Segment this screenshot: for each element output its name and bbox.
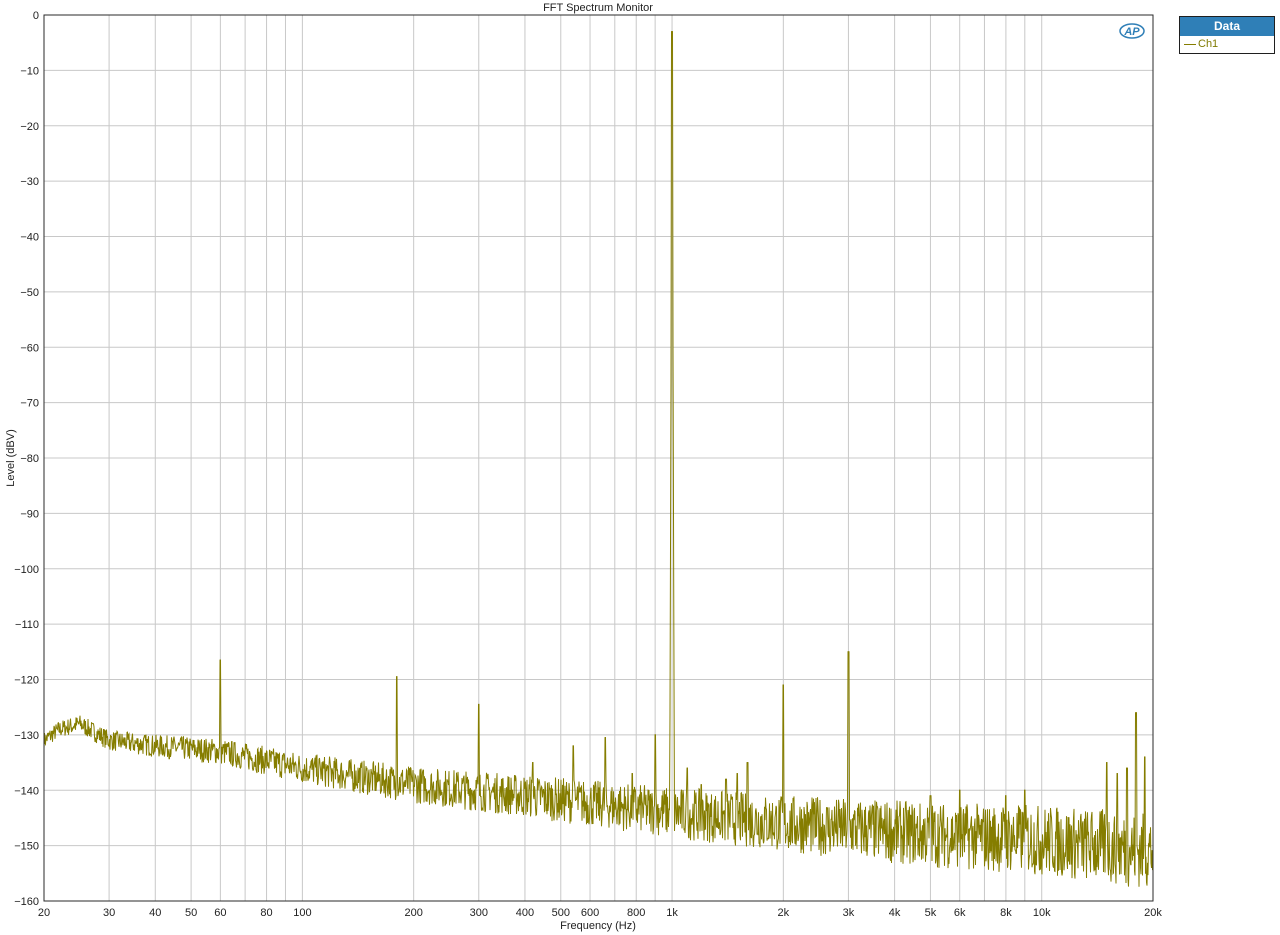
x-tick-label: 3k [843, 907, 855, 919]
peak-point [396, 676, 398, 678]
peak-point [725, 778, 727, 780]
y-axis-label: Level (dBV) [5, 429, 17, 486]
y-tick-label: −130 [14, 730, 39, 742]
x-tick-label: 4k [889, 907, 901, 919]
peak-point [1126, 767, 1128, 769]
peak-point [671, 31, 673, 33]
peak-point [847, 651, 850, 653]
peak-point [959, 789, 961, 791]
x-tick-label: 40 [149, 907, 161, 919]
peak-point [654, 734, 656, 736]
y-tick-label: −110 [15, 619, 39, 631]
y-tick-label: −10 [20, 65, 39, 77]
peak-point [631, 773, 633, 775]
peak-point [736, 773, 738, 775]
legend-item-ch1[interactable]: Ch1 [1180, 36, 1274, 53]
chart-title: FFT Spectrum Monitor [543, 2, 653, 14]
fft-chart: FFT Spectrum Monitor 0 −10 −20 −30 −40 −50 −60… [5, 2, 1162, 932]
peak-point [686, 767, 688, 769]
x-tick-label: 500 [552, 907, 570, 919]
peak-point [1135, 712, 1137, 714]
x-tick-label: 8k [1000, 907, 1012, 919]
peak-point [746, 761, 749, 764]
peak-point [219, 659, 221, 661]
y-tick-labels: 0 −10 −20 −30 −40 −50 −60 −70 −80 −90 −100 −110 −120… [14, 10, 39, 908]
peak-point [700, 784, 702, 786]
legend-swatch-line-icon [1184, 44, 1196, 45]
x-tick-label: 60 [214, 907, 226, 919]
peak-point [782, 684, 784, 686]
x-tick-label: 80 [260, 907, 272, 919]
grid [43, 14, 1154, 902]
legend-item-label: Ch1 [1198, 38, 1219, 50]
y-tick-label: −150 [14, 841, 39, 853]
x-tick-label: 100 [293, 907, 311, 919]
x-tick-label: 800 [627, 907, 645, 919]
peak-point [1144, 756, 1146, 758]
x-axis-label: Frequency (Hz) [560, 920, 636, 932]
x-tick-label: 10k [1033, 907, 1051, 919]
peak-point [532, 761, 534, 764]
y-tick-label: 0 [33, 10, 39, 22]
x-tick-label: 6k [954, 907, 966, 919]
ap-logo-icon: AP [1119, 23, 1145, 39]
x-tick-label: 2k [778, 907, 790, 919]
y-tick-label: −50 [20, 287, 39, 299]
x-tick-label: 1k [666, 907, 678, 919]
x-tick-label: 300 [470, 907, 488, 919]
y-tick-label: −100 [14, 564, 39, 576]
legend-title: Data [1180, 17, 1274, 36]
y-tick-label: −120 [14, 675, 39, 687]
y-tick-label: −40 [20, 232, 39, 244]
x-tick-label: 400 [516, 907, 534, 919]
peak-point [929, 795, 932, 797]
x-tick-label: 50 [185, 907, 197, 919]
legend: Data Ch1 [1179, 16, 1275, 54]
peak-point [1005, 795, 1007, 797]
peak-point [478, 703, 480, 706]
x-tick-label: 200 [404, 907, 422, 919]
logo-text: AP [1123, 26, 1140, 38]
peak-point [604, 737, 606, 739]
x-tick-label: 20k [1144, 907, 1162, 919]
y-tick-label: −70 [20, 398, 39, 410]
peak-point [1024, 789, 1026, 791]
y-tick-label: −90 [20, 508, 39, 520]
peak-point [1106, 761, 1108, 764]
y-tick-label: −160 [14, 896, 39, 908]
x-tick-label: 5k [925, 907, 937, 919]
peak-point [1116, 773, 1118, 775]
trace-area [43, 31, 1154, 887]
peak-point [572, 745, 574, 747]
series-ch1-line [43, 31, 1154, 887]
y-tick-label: −140 [14, 785, 39, 797]
x-tick-label: 30 [103, 907, 115, 919]
y-tick-label: −60 [20, 342, 39, 354]
y-tick-label: −20 [20, 121, 39, 133]
x-tick-label: 20 [38, 907, 50, 919]
x-tick-label: 600 [581, 907, 599, 919]
y-tick-label: −80 [20, 453, 39, 465]
x-tick-labels: 20 30 40 50 60 80 100 200 300 400 500 600 800 1k 2k 3k 4… [38, 907, 1162, 919]
y-tick-label: −30 [20, 176, 39, 188]
